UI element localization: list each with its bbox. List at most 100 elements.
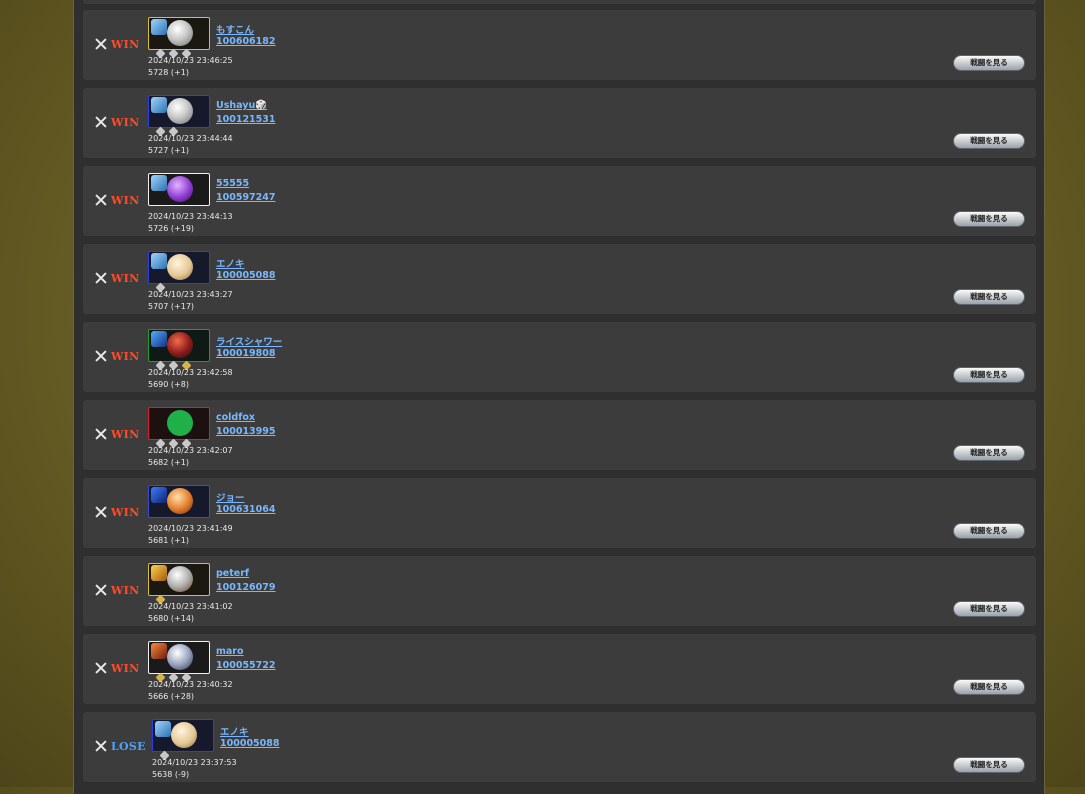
player-id-link[interactable]: 100631064	[216, 504, 276, 515]
match-row: WIN 55555 100597247 2024/10/23 23:44:13 …	[83, 166, 1036, 236]
crossed-swords-icon	[95, 662, 107, 674]
crossed-swords-icon	[95, 272, 107, 284]
player-id-link[interactable]: 100019808	[216, 348, 276, 359]
rank-badges	[155, 354, 207, 371]
result-label: LOSE	[111, 739, 146, 753]
match-row: WIN もすこん 100606182 2024/10/23 23:46:25 5…	[83, 10, 1036, 80]
rank-badges	[155, 432, 207, 449]
result-label: WIN	[111, 427, 140, 441]
crossed-swords-icon	[95, 38, 107, 50]
watch-battle-button[interactable]: 戦闘を見る	[953, 445, 1025, 461]
watch-battle-button[interactable]: 戦闘を見る	[953, 367, 1025, 383]
match-datetime: 2024/10/23 23:40:32	[148, 680, 233, 689]
match-row: WIN coldfox 100013995 2024/10/23 23:42:0…	[83, 400, 1036, 470]
sub-card-icon	[151, 253, 167, 269]
player-id-link[interactable]: 100005088	[220, 738, 280, 749]
player-name-link[interactable]: Ushayu🎲	[216, 100, 267, 111]
deck-preview	[148, 17, 210, 59]
watch-battle-button[interactable]: 戦闘を見る	[953, 133, 1025, 149]
sub-card-icon	[151, 487, 167, 503]
match-datetime: 2024/10/23 23:41:49	[148, 524, 233, 533]
rating-score: 5666 (+28)	[148, 692, 195, 701]
player-name-link[interactable]: エノキ	[216, 256, 245, 270]
result-label: WIN	[111, 661, 140, 675]
crossed-swords-icon	[95, 350, 107, 362]
player-name-link[interactable]: ジョー	[216, 490, 245, 504]
crossed-swords-icon	[95, 740, 107, 752]
player-name-link[interactable]: 55555	[216, 178, 249, 189]
rank-badges	[155, 120, 207, 137]
watch-battle-button[interactable]: 戦闘を見る	[953, 523, 1025, 539]
rating-score: 5728 (+1)	[148, 68, 189, 77]
match-row: WIN maro 100055722 2024/10/23 23:40:32 5…	[83, 634, 1036, 704]
watch-battle-button[interactable]: 戦闘を見る	[953, 601, 1025, 617]
player-id-link[interactable]: 100013995	[216, 426, 276, 437]
watch-battle-button[interactable]: 戦闘を見る	[953, 757, 1025, 773]
match-row: WIN ジョー 100631064 2024/10/23 23:41:49 56…	[83, 478, 1036, 548]
match-datetime: 2024/10/23 23:44:44	[148, 134, 233, 143]
watch-battle-button[interactable]: 戦闘を見る	[953, 55, 1025, 71]
rating-score: 5681 (+1)	[148, 536, 189, 545]
player-id-link[interactable]: 100055722	[216, 660, 276, 671]
watch-battle-button[interactable]: 戦闘を見る	[953, 679, 1025, 695]
result-label: WIN	[111, 505, 140, 519]
rank-badges	[155, 276, 207, 293]
crossed-swords-icon	[95, 194, 107, 206]
sub-card-icon	[151, 565, 167, 581]
match-row: WIN ライスシャワー 100019808 2024/10/23 23:42:5…	[83, 322, 1036, 392]
deck-preview	[148, 641, 210, 683]
result-label: WIN	[111, 271, 140, 285]
rank-badges	[159, 744, 211, 761]
rating-score: 5680 (+14)	[148, 614, 195, 623]
match-datetime: 2024/10/23 23:43:27	[148, 290, 233, 299]
deck-preview	[148, 563, 210, 605]
sub-card-icon	[151, 97, 167, 113]
deck-preview	[148, 95, 210, 137]
rating-score: 5727 (+1)	[148, 146, 189, 155]
player-id-link[interactable]: 100597247	[216, 192, 276, 203]
sub-card-icon	[151, 19, 167, 35]
player-name-link[interactable]: エノキ	[220, 724, 249, 738]
deck-preview	[148, 251, 210, 293]
sub-card-icon	[151, 175, 167, 191]
match-datetime: 2024/10/23 23:41:02	[148, 602, 233, 611]
match-datetime: 2024/10/23 23:42:07	[148, 446, 233, 455]
player-name-link[interactable]: peterf	[216, 568, 249, 579]
player-id-link[interactable]: 100121531	[216, 114, 276, 125]
deck-preview	[148, 485, 210, 518]
deck-preview	[148, 173, 210, 206]
player-id-link[interactable]: 100005088	[216, 270, 276, 281]
player-id-link[interactable]: 100606182	[216, 36, 276, 47]
crossed-swords-icon	[95, 428, 107, 440]
deck-preview	[148, 407, 210, 449]
watch-battle-button[interactable]: 戦闘を見る	[953, 211, 1025, 227]
sub-card-icon	[151, 331, 167, 347]
rating-score: 5682 (+1)	[148, 458, 189, 467]
main-card-icon	[167, 488, 193, 514]
rank-badges	[155, 666, 207, 683]
match-datetime: 2024/10/23 23:37:53	[152, 758, 237, 767]
result-label: WIN	[111, 37, 140, 51]
player-id-link[interactable]: 100126079	[216, 582, 276, 593]
result-label: WIN	[111, 583, 140, 597]
main-card-icon	[167, 176, 193, 202]
player-name-link[interactable]: maro	[216, 646, 244, 657]
rating-score: 5638 (-9)	[152, 770, 190, 779]
sub-card-icon	[151, 643, 167, 659]
watch-battle-button[interactable]: 戦闘を見る	[953, 289, 1025, 305]
player-name-link[interactable]: ライスシャワー	[216, 334, 282, 348]
rank-badges	[155, 42, 207, 59]
crossed-swords-icon	[95, 116, 107, 128]
match-datetime: 2024/10/23 23:46:25	[148, 56, 233, 65]
previous-row-partial	[83, 0, 1036, 4]
result-label: WIN	[111, 193, 140, 207]
player-name-link[interactable]: coldfox	[216, 412, 255, 423]
rating-score: 5707 (+17)	[148, 302, 195, 311]
player-name-link[interactable]: もすこん	[216, 22, 254, 36]
match-row: WIN peterf 100126079 2024/10/23 23:41:02…	[83, 556, 1036, 626]
result-label: WIN	[111, 349, 140, 363]
match-datetime: 2024/10/23 23:42:58	[148, 368, 233, 377]
match-row: WIN Ushayu🎲 100121531 2024/10/23 23:44:4…	[83, 88, 1036, 158]
sub-card-icon	[155, 721, 171, 737]
rating-score: 5726 (+19)	[148, 224, 195, 233]
